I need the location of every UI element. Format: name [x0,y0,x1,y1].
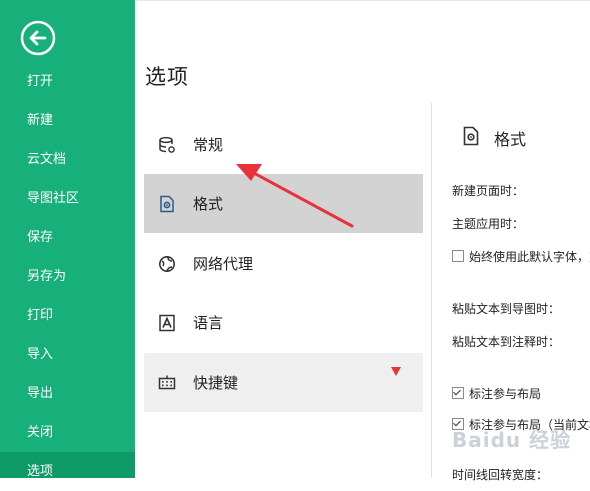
theme-apply-label: 主题应用时： [452,217,525,231]
category-label: 常规 [193,136,224,154]
sidebar-item-export[interactable]: 导出 [0,374,135,413]
always-default-font-checkbox[interactable] [452,250,464,262]
red-triangle-marker [391,367,401,376]
sidebar-item-save[interactable]: 保存 [0,218,135,257]
label-layout-label: 标注参与布局 [469,387,542,401]
category-label: 快捷键 [193,374,239,392]
paste-text-note-label: 粘贴文本到注释时： [452,335,561,349]
sidebar-item-community[interactable]: 导图社区 [0,179,135,218]
keyboard-icon [157,373,177,393]
always-default-font-label: 始终使用此默认字体，对 [469,250,590,264]
sidebar-item-save-as[interactable]: 另存为 [0,257,135,296]
text-a-icon [157,313,177,333]
document-gear-icon [157,194,177,214]
globe-icon [157,254,177,274]
category-label: 格式 [193,195,224,213]
category-label: 网络代理 [193,255,254,273]
sidebar-item-cloud-docs[interactable]: 云文档 [0,140,135,179]
sidebar: 打开 新建 云文档 导图社区 保存 另存为 打印 导入 导出 关闭 选项 [0,0,135,479]
sidebar-item-new[interactable]: 新建 [0,101,135,140]
sidebar-item-close[interactable]: 关闭 [0,413,135,452]
timeline-width-label: 时间线回转宽度： [452,468,549,482]
category-network-proxy[interactable]: 网络代理 [144,234,423,293]
category-format[interactable]: 格式 [144,174,423,233]
new-page-label: 新建页面时： [452,184,525,198]
sidebar-item-import[interactable]: 导入 [0,335,135,374]
label-layout-checkbox[interactable] [452,387,464,399]
back-button[interactable] [20,20,56,56]
database-icon [157,135,177,155]
category-label: 语言 [193,314,224,332]
panel-header: 格式 [462,126,526,150]
back-arrow-icon [20,20,56,56]
sidebar-item-options[interactable]: 选项 [0,452,135,479]
watermark: Baidu 经验 [452,428,572,452]
paste-text-map-label: 粘贴文本到导图时： [452,302,561,316]
category-general[interactable]: 常规 [144,115,423,174]
panel-title: 格式 [494,130,527,149]
always-default-font-option[interactable]: 始终使用此默认字体，对 [452,248,590,265]
sidebar-item-open[interactable]: 打开 [0,62,135,101]
top-border [135,0,590,1]
category-language[interactable]: 语言 [144,293,423,352]
panel-divider [431,103,432,478]
label-layout-option[interactable]: 标注参与布局 [452,385,541,402]
sidebar-item-print[interactable]: 打印 [0,296,135,335]
document-gear-icon [462,126,480,150]
category-shortcuts[interactable]: 快捷键 [144,353,423,412]
page-title: 选项 [145,65,189,89]
